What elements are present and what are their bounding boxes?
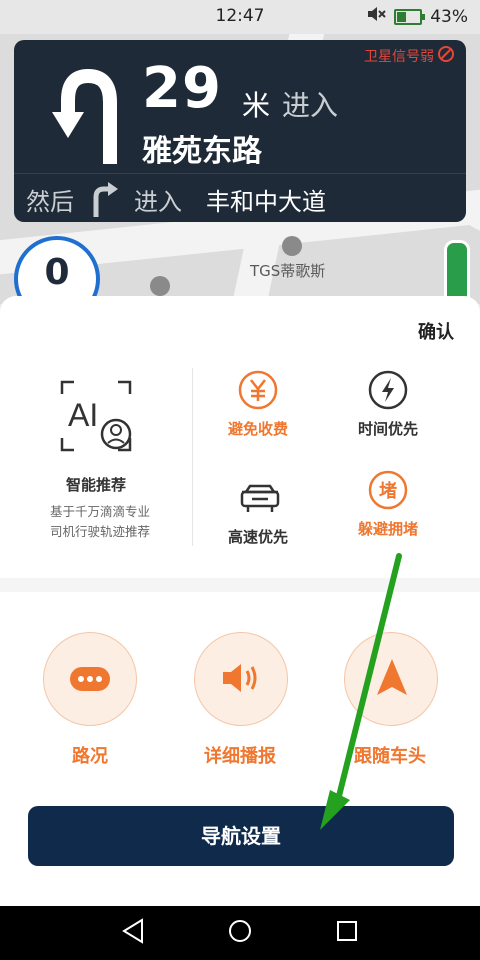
distance-unit: 米 [242, 89, 271, 122]
option-avoid-toll[interactable]: 避免收费 [198, 370, 318, 439]
turn-distance: 29 [142, 56, 222, 121]
detailed-broadcast-label: 详细播报 [204, 746, 276, 767]
back-icon[interactable] [118, 916, 148, 946]
congestion-icon: 堵 [368, 470, 408, 510]
mute-icon [366, 6, 386, 27]
restaurant-poi-icon [282, 236, 302, 256]
card-divider [14, 173, 466, 174]
battery-percent: 43% [430, 6, 468, 27]
then-label: 然后 [26, 188, 74, 216]
confirm-button[interactable]: 确认 [418, 318, 454, 344]
highway-car-icon [238, 478, 280, 518]
status-bar: 12:47 43% [0, 0, 480, 34]
follow-heading-label: 跟随车头 [354, 746, 426, 767]
poi-label: TGS蒂歌斯 [250, 262, 326, 280]
navigation-arrow-icon [377, 659, 407, 701]
traffic-dots-icon [70, 665, 110, 697]
ai-desc-line: 司机行驶轨迹推荐 [49, 524, 150, 539]
traffic-label: 路况 [72, 746, 108, 767]
vertical-divider [192, 368, 193, 546]
gps-warning-text: 卫星信号弱 [364, 49, 434, 65]
turn-instruction-card[interactable]: 29 米 进入 雅苑东路 卫星信号弱 然后 进入 丰和中大道 [14, 40, 466, 222]
system-nav-bar [0, 906, 480, 960]
current-speed: 0 [44, 252, 70, 293]
recents-icon[interactable] [332, 916, 362, 946]
then-street: 丰和中大道 [206, 188, 326, 216]
ai-icon-text: AI [68, 397, 98, 433]
gps-warning: 卫星信号弱 [364, 46, 454, 66]
next-street: 雅苑东路 [142, 134, 262, 169]
ai-recommend-icon: AI [60, 380, 132, 452]
congestion-icon-text: 堵 [379, 480, 397, 502]
speaker-icon [221, 661, 261, 699]
option-label: 高速优先 [227, 528, 288, 546]
option-highway-first[interactable]: 高速优先 [198, 478, 318, 547]
ai-recommend-title: 智能推荐 [65, 476, 126, 494]
yen-icon [238, 370, 278, 410]
home-icon[interactable] [225, 916, 255, 946]
option-label: 躲避拥堵 [357, 520, 418, 538]
detailed-broadcast-button[interactable] [194, 632, 288, 726]
ai-desc-line: 基于千万滴滴专业 [49, 504, 150, 519]
then-enter-label: 进入 [134, 188, 182, 216]
clock-bolt-icon [368, 370, 408, 410]
map-poi-icon [150, 276, 170, 296]
u-turn-arrow-icon [52, 66, 128, 170]
follow-heading-button[interactable] [344, 632, 438, 726]
turn-right-icon [90, 181, 120, 221]
option-time-first[interactable]: 时间优先 [328, 370, 448, 439]
section-separator [0, 578, 480, 592]
option-label: 避免收费 [227, 420, 288, 438]
enter-label: 进入 [282, 89, 339, 122]
option-avoid-congestion[interactable]: 堵 躲避拥堵 [328, 470, 448, 539]
traffic-button[interactable] [43, 632, 137, 726]
satellite-off-icon [438, 46, 454, 66]
battery-icon [394, 8, 426, 25]
option-label: 时间优先 [357, 420, 418, 438]
status-right: 43% [366, 6, 468, 27]
navigation-settings-button[interactable]: 导航设置 [28, 806, 454, 866]
ai-recommend-desc: 基于千万滴滴专业 司机行驶轨迹推荐 [20, 502, 180, 542]
